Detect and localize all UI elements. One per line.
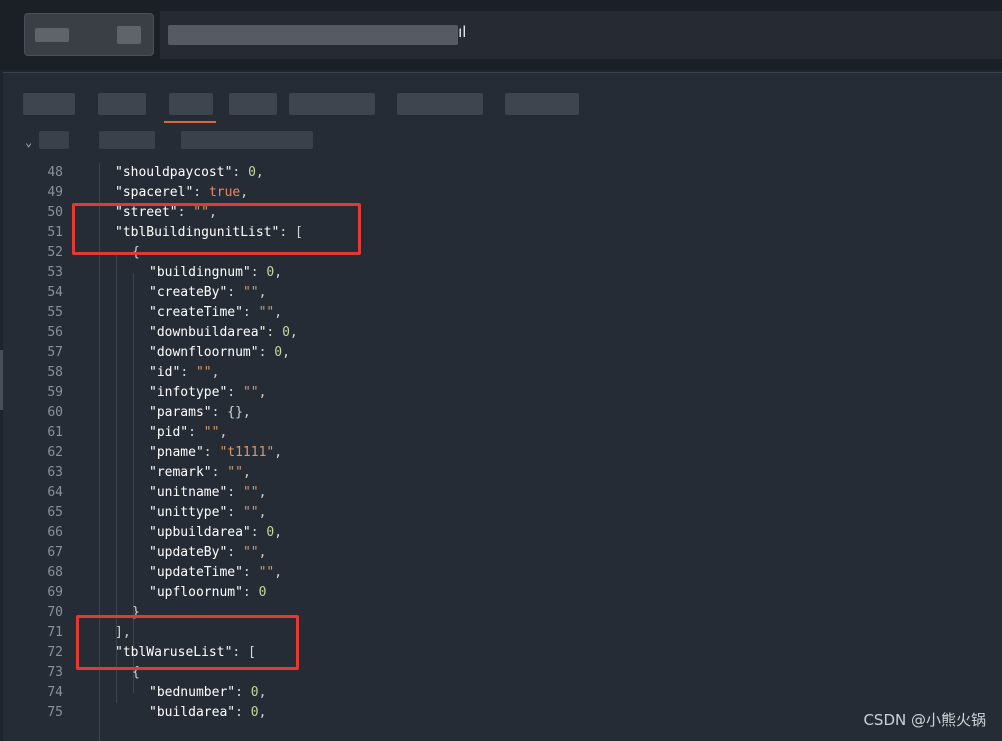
request-bar: ıl xyxy=(0,0,1002,70)
code-line: 62 "pname": "t1111", xyxy=(3,443,1002,463)
code-text: "remark": "", xyxy=(149,465,251,480)
code-text: "shouldpaycost": 0, xyxy=(115,165,264,180)
code-line: 57 "downfloornum": 0, xyxy=(3,343,1002,363)
line-number: 55 xyxy=(47,305,63,320)
code-line: 68 "updateTime": "", xyxy=(3,563,1002,583)
line-number: 65 xyxy=(47,505,63,520)
line-number: 75 xyxy=(47,705,63,720)
code-text: "downbuildarea": 0, xyxy=(149,325,298,340)
line-number: 51 xyxy=(47,225,63,240)
code-text: "spacerel": true, xyxy=(115,185,249,200)
line-number: 70 xyxy=(47,605,63,620)
url-input[interactable] xyxy=(160,11,1002,59)
code-text: "createTime": "", xyxy=(149,305,283,320)
code-line: 58 "id": "", xyxy=(3,363,1002,383)
line-number: 68 xyxy=(47,565,63,580)
line-number: 67 xyxy=(47,545,63,560)
line-number: 62 xyxy=(47,445,63,460)
code-line: 66 "upbuildarea": 0, xyxy=(3,523,1002,543)
line-number: 69 xyxy=(47,585,63,600)
line-number: 74 xyxy=(47,685,63,700)
code-line: 64 "unitname": "", xyxy=(3,483,1002,503)
subtab-redacted-2[interactable] xyxy=(99,131,155,149)
code-line: 55 "createTime": "", xyxy=(3,303,1002,323)
line-number: 63 xyxy=(47,465,63,480)
highlight-box-building-list xyxy=(72,203,361,255)
code-text: "buildarea": 0, xyxy=(149,705,267,720)
code-text: "unitname": "", xyxy=(149,485,267,500)
code-line: 60 "params": {}, xyxy=(3,403,1002,423)
line-number: 53 xyxy=(47,265,63,280)
line-number: 61 xyxy=(47,425,63,440)
code-text: "unittype": "", xyxy=(149,505,267,520)
line-number: 64 xyxy=(47,485,63,500)
code-line: 75 "buildarea": 0, xyxy=(3,703,1002,723)
code-line: 56 "downbuildarea": 0, xyxy=(3,323,1002,343)
line-number: 52 xyxy=(47,245,63,260)
code-text: "pid": "", xyxy=(149,425,228,440)
line-number: 71 xyxy=(47,625,63,640)
tab-redacted-active[interactable] xyxy=(169,93,213,115)
watermark: CSDN @小熊火锅 xyxy=(863,711,986,729)
redacted-url xyxy=(168,25,458,45)
code-line: 67 "updateBy": "", xyxy=(3,543,1002,563)
tab-redacted-5[interactable] xyxy=(289,93,375,115)
code-line: 61 "pid": "", xyxy=(3,423,1002,443)
redacted-method xyxy=(35,28,69,42)
tab-redacted-2[interactable] xyxy=(98,93,146,115)
code-text: "params": {}, xyxy=(149,405,251,420)
code-line: 74 "bednumber": 0, xyxy=(3,683,1002,703)
tab-redacted-1[interactable] xyxy=(23,93,75,115)
line-number: 60 xyxy=(47,405,63,420)
response-panel: ⌄ 48 "shouldpaycost": 0, 49 "spacerel": tru… xyxy=(3,72,1002,741)
line-number: 58 xyxy=(47,365,63,380)
code-text: "infotype": "", xyxy=(149,385,267,400)
line-number: 49 xyxy=(47,185,63,200)
code-text: "upfloornum": 0 xyxy=(149,585,267,600)
http-method-select[interactable] xyxy=(24,13,154,56)
highlight-box-waruse-list xyxy=(76,615,299,670)
code-line: 49 "spacerel": true, xyxy=(3,183,1002,203)
code-line: 48 "shouldpaycost": 0, xyxy=(3,163,1002,183)
collapse-icon[interactable]: ⌄ xyxy=(25,135,32,149)
code-line: 53 "buildingnum": 0, xyxy=(3,263,1002,283)
response-tabs xyxy=(3,81,1002,123)
code-text: "pname": "t1111", xyxy=(149,445,283,460)
code-text: "upbuildarea": 0, xyxy=(149,525,283,540)
scrollbar[interactable] xyxy=(0,350,3,410)
line-number: 48 xyxy=(47,165,63,180)
code-text: "updateTime": "", xyxy=(149,565,283,580)
code-text: "bednumber": 0, xyxy=(149,685,267,700)
active-tab-indicator xyxy=(164,121,216,123)
code-line: 63 "remark": "", xyxy=(3,463,1002,483)
code-text: "createBy": "", xyxy=(149,285,267,300)
line-number: 66 xyxy=(47,525,63,540)
line-number: 54 xyxy=(47,285,63,300)
tab-redacted-6[interactable] xyxy=(397,93,483,115)
line-number: 73 xyxy=(47,665,63,680)
tab-redacted-7[interactable] xyxy=(505,93,579,115)
code-line: 69 "upfloornum": 0 xyxy=(3,583,1002,603)
code-text: "updateBy": "", xyxy=(149,545,267,560)
subtab-redacted-3[interactable] xyxy=(181,131,313,149)
code-line: 65 "unittype": "", xyxy=(3,503,1002,523)
tab-redacted-4[interactable] xyxy=(229,93,277,115)
code-text: "downfloornum": 0, xyxy=(149,345,290,360)
url-visible-suffix: ıl xyxy=(458,24,466,41)
subtab-redacted-1[interactable] xyxy=(39,131,69,149)
line-number: 59 xyxy=(47,385,63,400)
code-line: 59 "infotype": "", xyxy=(3,383,1002,403)
line-number: 72 xyxy=(47,645,63,660)
line-number: 56 xyxy=(47,325,63,340)
code-text: "id": "", xyxy=(149,365,220,380)
redacted-dropdown xyxy=(117,26,141,44)
code-text: "buildingnum": 0, xyxy=(149,265,283,280)
line-number: 57 xyxy=(47,345,63,360)
code-line: 54 "createBy": "", xyxy=(3,283,1002,303)
line-number: 50 xyxy=(47,205,63,220)
